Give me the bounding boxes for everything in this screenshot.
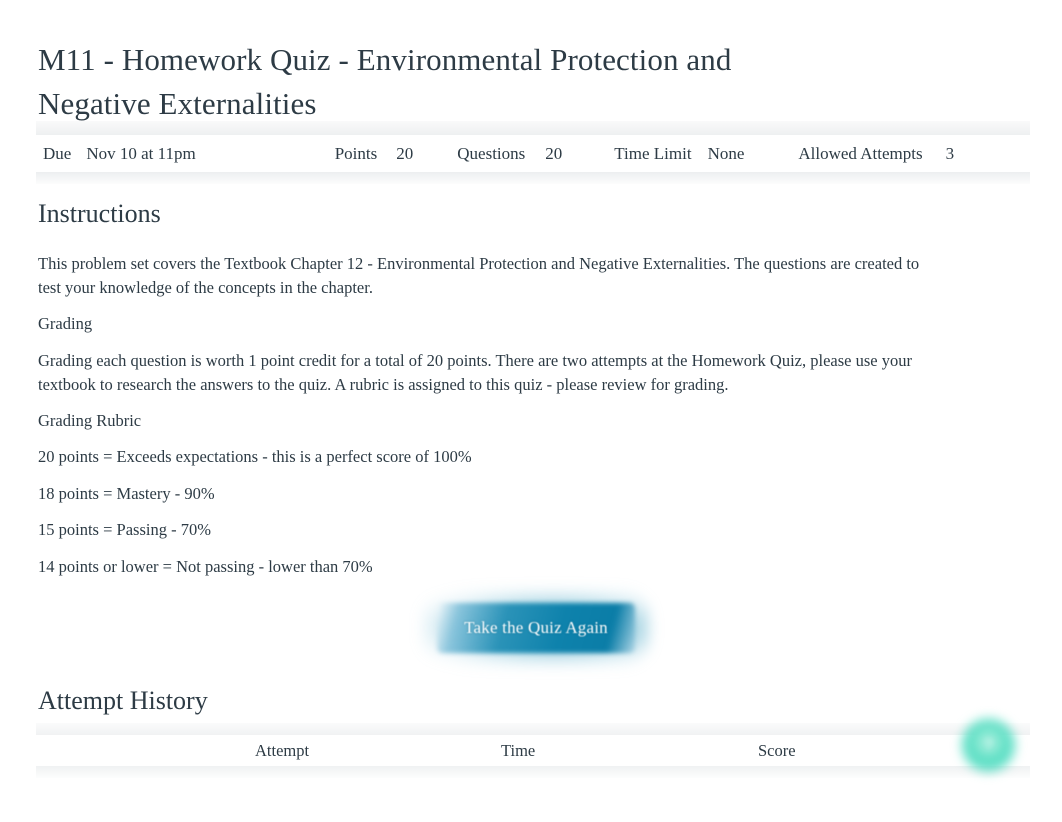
attempt-history-heading: Attempt History: [38, 686, 208, 715]
attempt-table-top-border: [36, 723, 1030, 735]
quiz-page: M11 - Homework Quiz - Environmental Prot…: [0, 0, 1062, 822]
attempt-history-header-row: Attempt Time Score: [36, 735, 1030, 766]
instructions-intro-text: This problem set covers the Textbook Cha…: [38, 254, 920, 297]
rubric-line: 18 points = Mastery - 90%: [38, 484, 215, 503]
take-quiz-again-button[interactable]: Take the Quiz Again: [423, 591, 649, 665]
meta-table-top-border: [36, 121, 1030, 135]
meta-allowed-attempts: Allowed Attempts 3: [798, 144, 954, 164]
meta-table-bottom-border: [36, 172, 1030, 184]
meta-allowed-attempts-value: 3: [945, 143, 955, 163]
instructions-heading: Instructions: [38, 199, 161, 228]
meta-allowed-attempts-label: Allowed Attempts: [798, 143, 923, 163]
button-background: [437, 603, 635, 653]
rubric-line: 20 points = Exceeds expectations - this …: [38, 447, 472, 466]
grading-rubric-label: Grading Rubric: [38, 411, 142, 430]
meta-due: Due Nov 10 at 11pm: [43, 144, 196, 164]
column-header-score: Score: [758, 741, 796, 760]
help-bubble-icon[interactable]: [962, 719, 1015, 772]
attempt-history-table: Attempt Time Score: [36, 723, 1030, 778]
meta-questions-label: Questions: [457, 143, 526, 163]
quiz-meta-table: Due Nov 10 at 11pm Points 20 Questions 2…: [36, 121, 1030, 184]
quiz-meta-row: Due Nov 10 at 11pm Points 20 Questions 2…: [36, 135, 1030, 172]
column-header-attempt: Attempt: [255, 741, 310, 760]
meta-time-limit: Time Limit None: [614, 144, 744, 164]
meta-due-label: Due: [43, 143, 72, 163]
grading-label-text: Grading: [38, 314, 93, 333]
meta-questions: Questions 20: [457, 144, 562, 164]
meta-time-limit-label: Time Limit: [614, 143, 692, 163]
attempt-table-bottom-border: [36, 766, 1030, 778]
grading-detail-text: Grading each question is worth 1 point c…: [38, 351, 912, 394]
rubric-line: 15 points = Passing - 70%: [38, 520, 211, 539]
meta-points-value: 20: [396, 143, 414, 163]
rubric-line: 14 points or lower = Not passing - lower…: [38, 557, 373, 576]
meta-time-limit-value: None: [707, 143, 745, 163]
meta-points-label: Points: [334, 143, 378, 163]
page-title: M11 - Homework Quiz - Environmental Prot…: [38, 42, 732, 121]
meta-questions-value: 20: [545, 143, 563, 163]
column-header-time: Time: [501, 741, 536, 760]
meta-due-value: Nov 10 at 11pm: [86, 143, 196, 163]
meta-points: Points 20: [335, 144, 414, 164]
